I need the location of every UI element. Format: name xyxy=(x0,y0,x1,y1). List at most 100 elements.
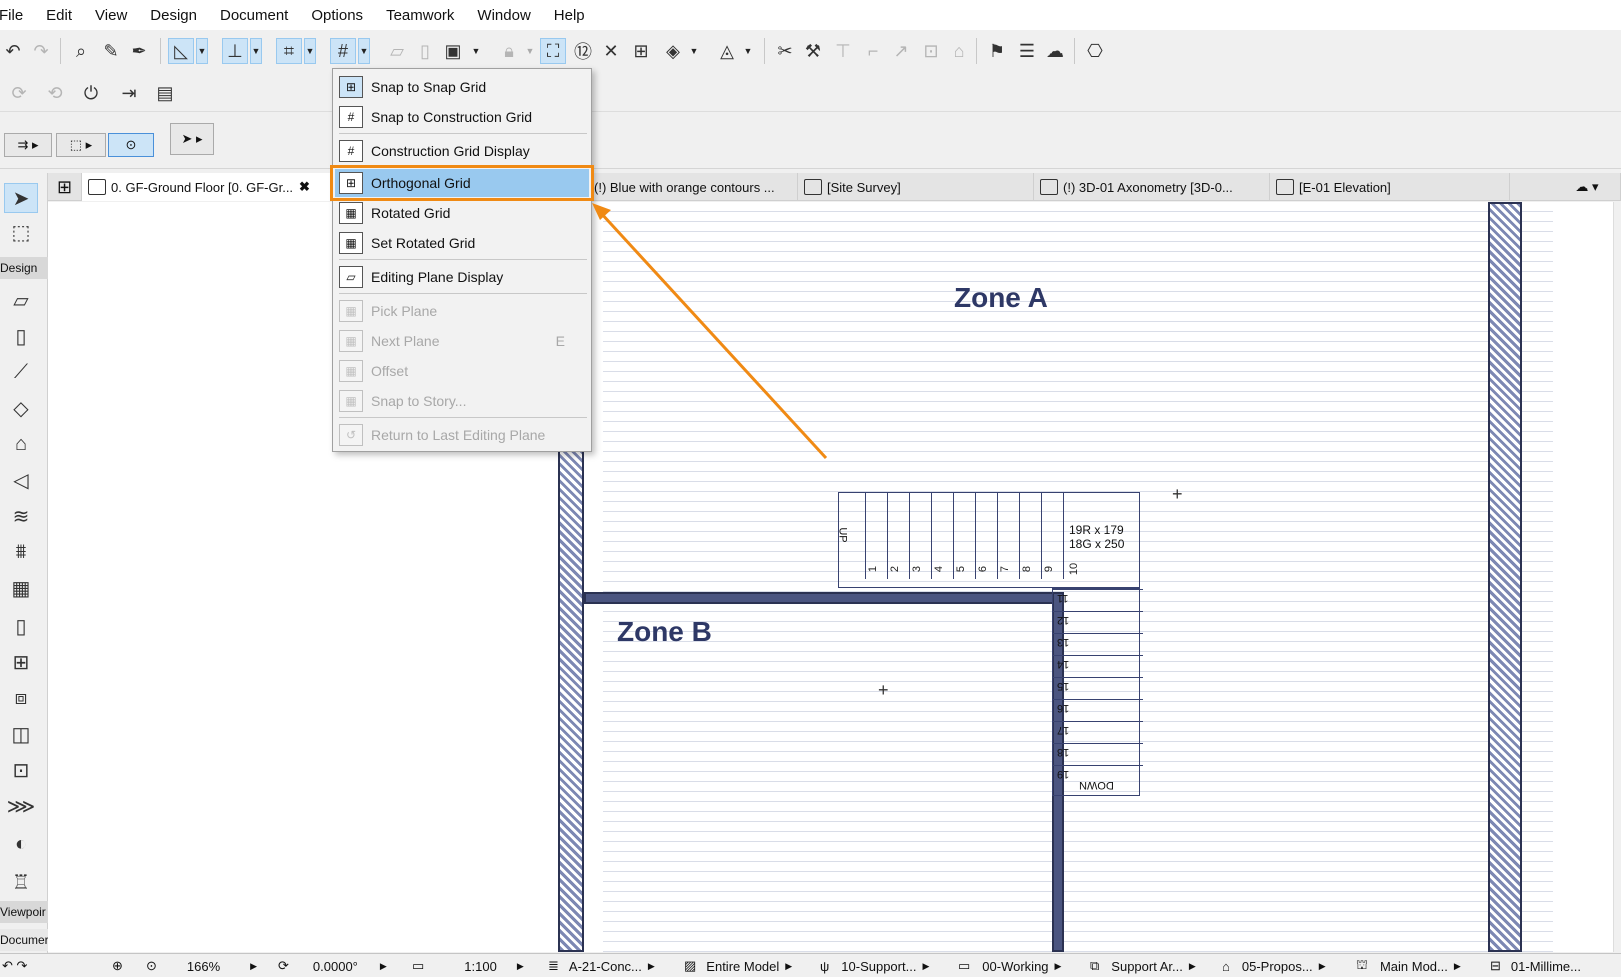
door-tool-icon[interactable]: ▯ xyxy=(4,611,38,641)
menu-item-offset[interactable]: ▦ Offset xyxy=(335,357,589,385)
resize-icon[interactable]: ⊡ xyxy=(918,38,944,64)
menu-item-snap-to-story[interactable]: ▦ Snap to Story... xyxy=(335,387,589,415)
tab-site-survey[interactable]: [Site Survey] xyxy=(798,173,1034,201)
stair-run-side[interactable]: 11 12 13 14 15 16 17 18 19 DOWN xyxy=(1052,588,1143,796)
window-tool-icon[interactable]: ⊞ xyxy=(4,647,38,677)
roof-icon[interactable]: ⌂ xyxy=(946,38,972,64)
tab-blue-orange[interactable]: (!) Blue with orange contours ... xyxy=(588,173,798,201)
menu-document[interactable]: Document xyxy=(220,7,297,24)
menu-window[interactable]: Window xyxy=(477,7,539,24)
close-icon[interactable]: ✖ xyxy=(299,179,310,195)
menu-item-editing-plane-display[interactable]: ▱ Editing Plane Display xyxy=(335,263,589,291)
settings-list-icon[interactable]: ☰ xyxy=(1014,38,1040,64)
shell-tool-icon[interactable]: ◁ xyxy=(4,465,38,495)
flag-icon[interactable]: ⚑ xyxy=(984,38,1010,64)
railing-tool-icon[interactable]: ⩩ xyxy=(4,537,38,567)
zone-b-stamp-icon[interactable]: + xyxy=(878,680,889,701)
curve-icon[interactable]: ↗ xyxy=(888,38,914,64)
menu-options[interactable]: Options xyxy=(311,7,372,24)
morph-tool-icon[interactable]: ◐ xyxy=(4,829,38,859)
floor-plan-canvas[interactable]: Zone A Zone B 1 2 3 4 5 6 7 8 9 10 19R x… xyxy=(48,202,1613,952)
design-section-label[interactable]: Design xyxy=(0,257,48,279)
coordinate-icon[interactable]: ⌗ xyxy=(276,38,302,64)
menu-item-set-rotated-grid[interactable]: ▦ Set Rotated Grid xyxy=(335,229,589,257)
zone-a-label[interactable]: Zone A xyxy=(954,282,1048,314)
right-wall[interactable] xyxy=(1488,202,1522,952)
document-icon[interactable]: ▤ xyxy=(152,80,178,106)
pen-set-field[interactable]: ψ 10-Support... ▶ xyxy=(820,954,956,977)
export-icon[interactable]: ⇥ xyxy=(116,80,142,106)
fillet-icon[interactable]: ⌐ xyxy=(860,38,886,64)
menu-design[interactable]: Design xyxy=(150,7,206,24)
model-view-field[interactable]: ▨ Entire Model ▶ xyxy=(684,954,816,977)
lock-dropdown[interactable]: ▼ xyxy=(524,38,536,64)
split-icon[interactable]: ✕ xyxy=(598,38,624,64)
angle-field[interactable]: ⟳ 0.0000° ▶ xyxy=(278,954,404,977)
skylight-tool-icon[interactable]: ⧈ xyxy=(4,683,38,713)
snap-guides-dropdown[interactable]: ▼ xyxy=(250,38,262,64)
sync-icon[interactable]: ⟲ xyxy=(42,80,68,106)
rotate-dropdown[interactable]: ▼ xyxy=(688,38,700,64)
undo-icon[interactable]: ↶ xyxy=(0,38,26,64)
marquee-shape-button[interactable]: ⬚ ▸ xyxy=(56,133,106,157)
layer-combination-field[interactable]: ≣ A-21-Conc... ▶ xyxy=(548,954,674,977)
marquee-mode-button[interactable]: ⇉ ▸ xyxy=(4,133,52,157)
arrow-tool-button[interactable]: ➤ ▸ xyxy=(170,123,214,155)
undo-view-icon[interactable]: ↶ ↷ xyxy=(2,954,58,977)
roof-tool-icon[interactable]: ⌂ xyxy=(4,429,38,459)
renovation-icon[interactable]: ⛶ xyxy=(540,38,566,64)
menu-item-pick-plane[interactable]: ▦ Pick Plane xyxy=(335,297,589,325)
object-tool-icon[interactable]: ♖ xyxy=(4,867,38,897)
suspend-groups-icon[interactable]: ▣ xyxy=(440,38,466,64)
coordinate-dropdown[interactable]: ▼ xyxy=(304,38,316,64)
grid-snap-dropdown[interactable]: ▼ xyxy=(358,38,370,64)
triangle-circle-icon[interactable]: ◬ xyxy=(714,38,740,64)
adjust-icon[interactable]: ⊞ xyxy=(628,38,654,64)
beam-tool-icon[interactable]: ⟋ xyxy=(4,357,38,387)
grid-snap-icon[interactable]: # xyxy=(330,38,356,64)
menu-teamwork[interactable]: Teamwork xyxy=(386,7,463,24)
vertical-scrollbar[interactable] xyxy=(1613,202,1621,952)
viewpoint-section-label[interactable]: Viewpoir xyxy=(0,901,48,923)
stair-run-top[interactable]: 1 2 3 4 5 6 7 8 9 10 19R x 179 18G x 250… xyxy=(837,492,1140,588)
document-section-label[interactable]: Documer xyxy=(0,929,48,951)
wall-end-tool-icon[interactable]: ◫ xyxy=(4,719,38,749)
scissors-icon[interactable]: ✂ xyxy=(772,38,798,64)
dimension-standard-field[interactable]: ⊟ 01-Millime... xyxy=(1490,954,1621,977)
slab-tool-icon[interactable]: ◇ xyxy=(4,393,38,423)
interior-wall-horizontal[interactable] xyxy=(584,592,1062,604)
curtain-wall-tool-icon[interactable]: ▦ xyxy=(4,573,38,603)
elevate-icon[interactable]: ⊤ xyxy=(830,38,856,64)
menu-help[interactable]: Help xyxy=(554,7,594,24)
snap-guides-icon[interactable]: ⊥ xyxy=(222,38,248,64)
pick-up-icon[interactable]: ✎ xyxy=(98,38,124,64)
tab-3d-axonometry[interactable]: (!) 3D-01 Axonometry [3D-0... xyxy=(1034,173,1270,201)
menu-item-next-plane[interactable]: ▦ Next Plane E xyxy=(335,327,589,355)
triangle-dropdown[interactable]: ▼ xyxy=(742,38,754,64)
guide-lines-icon[interactable]: ◺ xyxy=(168,38,194,64)
wall-tool-icon[interactable]: ▱ xyxy=(4,285,38,315)
partial-structure-field[interactable]: ⌂ 05-Propos... ▶ xyxy=(1222,954,1352,977)
plane-icon[interactable]: ▱ xyxy=(384,38,410,64)
tab-menu-button[interactable]: ☁ ▾ xyxy=(1548,173,1621,201)
tab-overview-icon[interactable]: ⊞ xyxy=(48,173,82,201)
inject-icon[interactable]: ✒ xyxy=(126,38,152,64)
lock-icon[interactable]: 🔒︎ xyxy=(496,38,522,64)
trace-icon[interactable]: ▯ xyxy=(412,38,438,64)
zoom-field[interactable]: ⊙ 166% ▶ xyxy=(146,954,266,977)
menu-item-snap-to-construction-grid[interactable]: # Snap to Construction Grid xyxy=(335,103,589,131)
redo-icon[interactable]: ↷ xyxy=(28,38,54,64)
menu-file[interactable]: File xyxy=(0,7,32,24)
menu-item-snap-to-snap-grid[interactable]: ⊞ Snap to Snap Grid xyxy=(335,73,589,101)
magic-wand-button[interactable]: ⊙ xyxy=(108,133,154,157)
zone-b-label[interactable]: Zone B xyxy=(617,616,712,648)
column-tool-icon[interactable]: ▯ xyxy=(4,321,38,351)
zoom-in-icon[interactable]: ⊕ xyxy=(112,954,142,977)
menu-item-construction-grid-display[interactable]: # Construction Grid Display xyxy=(335,137,589,165)
rotate-icon[interactable]: ◈ xyxy=(660,38,686,64)
trim-icon[interactable]: ⚒ xyxy=(800,38,826,64)
number-icon[interactable]: ⑫ xyxy=(570,38,596,64)
suspend-groups-dropdown[interactable]: ▼ xyxy=(470,38,482,64)
refresh-icon[interactable]: ⟳ xyxy=(6,80,32,106)
zone-tool-icon[interactable]: ⊡ xyxy=(4,755,38,785)
